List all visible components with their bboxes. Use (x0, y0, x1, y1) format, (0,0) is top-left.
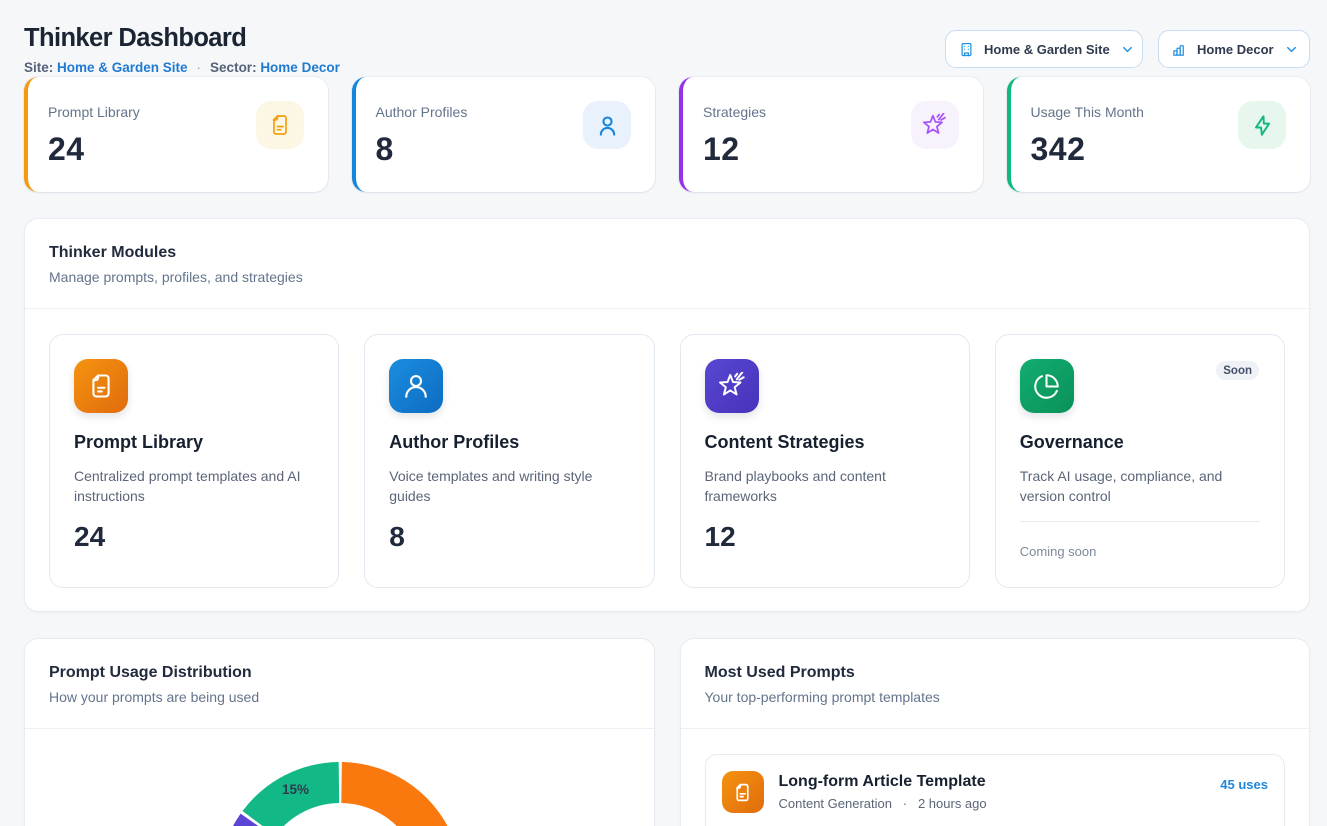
svg-text:15%: 15% (282, 782, 309, 797)
